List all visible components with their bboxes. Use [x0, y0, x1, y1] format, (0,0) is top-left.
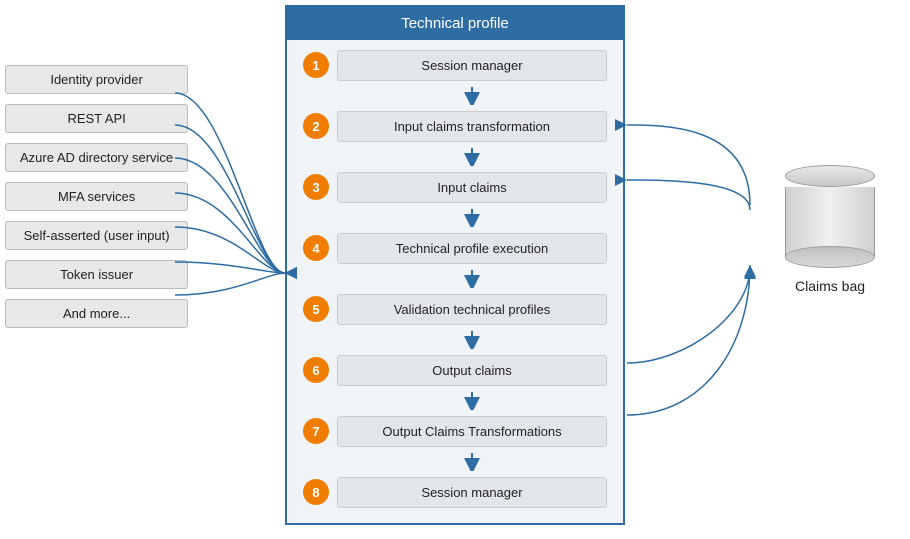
step-box-2: Input claims transformation	[337, 111, 607, 142]
steps-container: 1 Session manager 2 Input claims transfo…	[287, 40, 623, 518]
cylinder-shape	[785, 165, 875, 268]
step-badge-2: 2	[303, 113, 329, 139]
step-row-6: 6 Output claims	[303, 355, 607, 386]
arrow-4-5	[337, 270, 607, 288]
step-badge-6: 6	[303, 357, 329, 383]
left-box-mfa: MFA services	[5, 182, 188, 211]
claims-bag-label: Claims bag	[795, 278, 865, 294]
diagram: Identity provider REST API Azure AD dire…	[5, 5, 905, 535]
left-box-self-asserted: Self-asserted (user input)	[5, 221, 188, 250]
step-box-6: Output claims	[337, 355, 607, 386]
step-badge-8: 8	[303, 479, 329, 505]
arrow-6-7	[337, 392, 607, 410]
step-row-3: 3 Input claims	[303, 172, 607, 203]
claims-bag: Claims bag	[785, 165, 875, 294]
step-row-2: 2 Input claims transformation	[303, 111, 607, 142]
step-box-8: Session manager	[337, 477, 607, 508]
step-badge-5: 5	[303, 296, 329, 322]
step-row-8: 8 Session manager	[303, 477, 607, 508]
step-box-3: Input claims	[337, 172, 607, 203]
left-boxes: Identity provider REST API Azure AD dire…	[5, 65, 188, 328]
panel-header: Technical profile	[287, 7, 623, 40]
step-box-4: Technical profile execution	[337, 233, 607, 264]
left-box-more: And more...	[5, 299, 188, 328]
left-box-token: Token issuer	[5, 260, 188, 289]
step-box-1: Session manager	[337, 50, 607, 81]
step-badge-1: 1	[303, 52, 329, 78]
step-box-5: Validation technical profiles	[337, 294, 607, 325]
cylinder-bottom	[785, 246, 875, 268]
left-box-azure-ad: Azure AD directory service	[5, 143, 188, 172]
left-box-identity-provider: Identity provider	[5, 65, 188, 94]
step-badge-4: 4	[303, 235, 329, 261]
step-box-7: Output Claims Transformations	[337, 416, 607, 447]
step-badge-3: 3	[303, 174, 329, 200]
cylinder-top	[785, 165, 875, 187]
technical-profile-panel: Technical profile 1 Session manager 2 In…	[285, 5, 625, 525]
step-row-1: 1 Session manager	[303, 50, 607, 81]
arrow-2-3	[337, 148, 607, 166]
step-row-5: 5 Validation technical profiles	[303, 294, 607, 325]
step-row-7: 7 Output Claims Transformations	[303, 416, 607, 447]
arrow-3-4	[337, 209, 607, 227]
arrow-5-6	[337, 331, 607, 349]
arrow-1-2	[337, 87, 607, 105]
left-box-rest-api: REST API	[5, 104, 188, 133]
step-row-4: 4 Technical profile execution	[303, 233, 607, 264]
arrow-7-8	[337, 453, 607, 471]
step-badge-7: 7	[303, 418, 329, 444]
